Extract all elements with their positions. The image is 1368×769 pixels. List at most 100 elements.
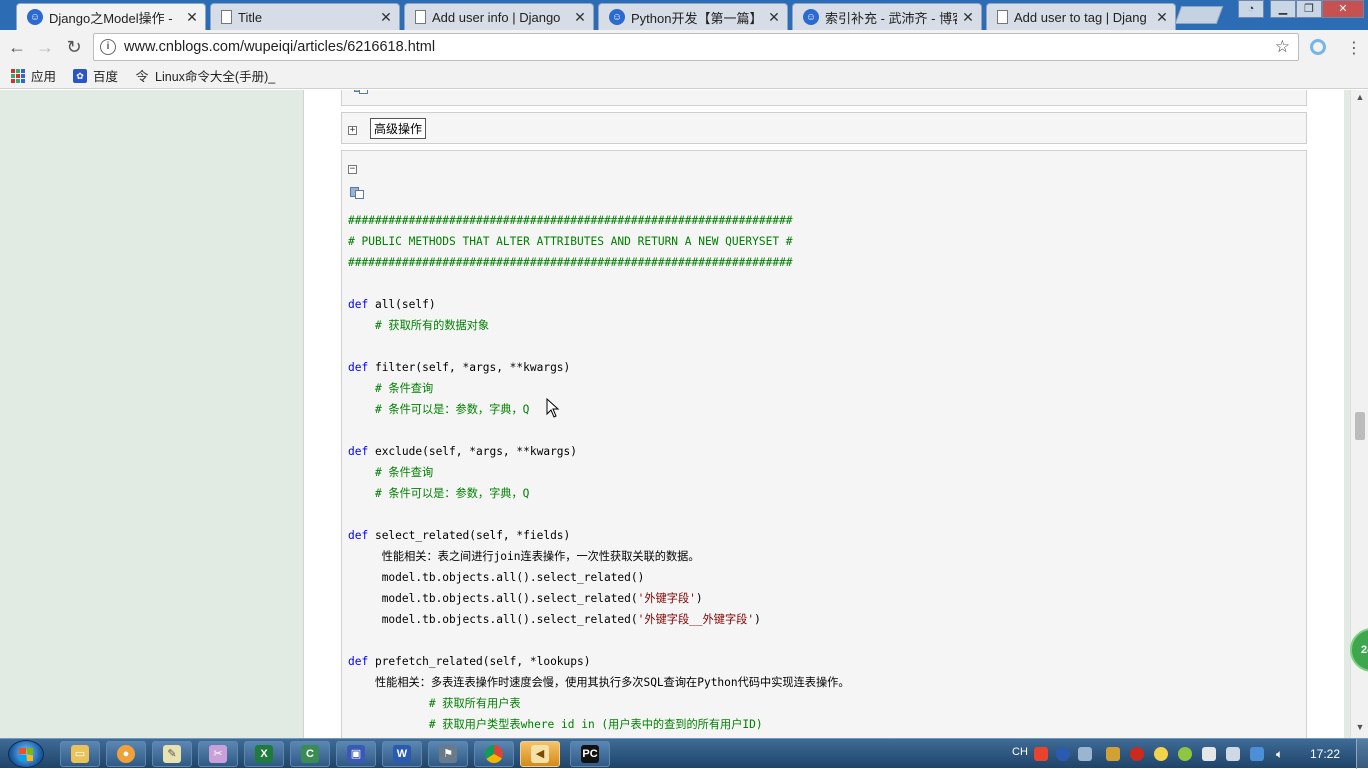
code-token: def xyxy=(348,655,369,668)
input-language[interactable]: CH xyxy=(1012,746,1028,758)
collapse-icon[interactable]: − xyxy=(348,165,357,174)
sogou-ime-icon[interactable] xyxy=(1034,747,1048,761)
expand-icon[interactable]: + xyxy=(348,126,357,135)
url-text[interactable]: www.cnblogs.com/wupeiqi/articles/6216618… xyxy=(124,39,1275,55)
minimize-button[interactable]: ▁ xyxy=(1270,0,1296,18)
code-token: ########################################… xyxy=(348,256,793,269)
advanced-operations-label[interactable]: 高级操作 xyxy=(370,118,427,139)
scroll-up-icon[interactable]: ▲ xyxy=(1351,92,1368,106)
taskbar-chrome[interactable] xyxy=(474,741,514,767)
cnblogs-icon: ☺ xyxy=(609,9,625,25)
taskbar-save[interactable]: ▣ xyxy=(336,741,376,767)
taskbar-paint[interactable]: ● xyxy=(106,741,146,767)
code-line: # 条件可以是：参数，字典，Q xyxy=(348,399,850,420)
code-line: def exclude(self, *args, **kwargs) xyxy=(348,441,850,462)
taskbar-editor[interactable]: C xyxy=(290,741,330,767)
network-icon[interactable] xyxy=(1226,747,1240,761)
user-icon[interactable]: ◔ xyxy=(1238,0,1264,18)
linux-command-icon: 令 xyxy=(135,69,149,84)
bookmark-linux-commands[interactable]: 令 Linux命令大全(手册)_ xyxy=(134,66,276,85)
code-token: def xyxy=(348,298,369,311)
show-desktop-button[interactable] xyxy=(1356,739,1368,769)
taskbar-tool[interactable]: ✂ xyxy=(198,741,238,767)
code-token: # 条件可以是：参数，字典，Q xyxy=(374,403,530,416)
close-icon[interactable]: ✕ xyxy=(1155,9,1169,26)
code-line: # 获取所有的数据对象 xyxy=(348,315,850,336)
tray-update-icon[interactable] xyxy=(1154,747,1168,761)
reload-button[interactable]: ↻ xyxy=(63,36,85,58)
bookmark-star-icon[interactable]: ☆ xyxy=(1275,37,1290,57)
code-token: def xyxy=(348,445,369,458)
cnblogs-icon: ☺ xyxy=(803,9,819,25)
tab-strip: ☺ Django之Model操作 - ✕ Title ✕ Add user in… xyxy=(0,0,1368,30)
code-token: # 获取用户类型表where id in (用户表中的查到的所有用户ID) xyxy=(428,718,763,731)
bookmark-apps[interactable]: 应用 xyxy=(10,66,56,85)
code-token: all(self) xyxy=(368,298,436,311)
volume-icon[interactable]: 🔈︎ xyxy=(1276,747,1290,761)
page-icon xyxy=(221,10,232,24)
editor-icon: C xyxy=(301,745,319,763)
chrome-icon xyxy=(485,745,503,763)
close-icon[interactable]: ✕ xyxy=(185,9,199,26)
taskbar-excel[interactable]: X xyxy=(244,741,284,767)
code-token: 性能相关：多表连表操作时速度会慢，使用其执行多次SQL查询在Python代码中实… xyxy=(374,676,850,689)
info-icon[interactable]: i xyxy=(100,39,116,55)
code-line: # 获取用户类型表where id in (用户表中的查到的所有用户ID) xyxy=(348,714,850,735)
code-token: def xyxy=(348,529,369,542)
code-token: ) xyxy=(695,592,703,605)
code-line: # PUBLIC METHODS THAT ALTER ATTRIBUTES A… xyxy=(348,231,850,252)
code-line: 性能相关：多表连表操作时速度会慢，使用其执行多次SQL查询在Python代码中实… xyxy=(348,672,850,693)
mouse-cursor-icon xyxy=(546,398,560,418)
close-icon[interactable]: ✕ xyxy=(573,9,587,26)
forward-button[interactable]: → xyxy=(34,36,56,58)
address-bar[interactable]: i www.cnblogs.com/wupeiqi/articles/62166… xyxy=(93,33,1299,61)
code-token: model.tb.objects.all().select_related() xyxy=(381,571,645,584)
close-icon[interactable]: ✕ xyxy=(961,9,975,26)
new-tab-button[interactable] xyxy=(1174,6,1224,24)
tab-python-dev[interactable]: ☺ Python开发【第一篇】 ✕ xyxy=(598,3,788,30)
tab-add-user-to-tag[interactable]: Add user to tag | Djang ✕ xyxy=(986,3,1176,30)
scroll-down-icon[interactable]: ▼ xyxy=(1351,722,1368,736)
speaker-app-icon: ◀ xyxy=(531,745,549,763)
code-token: 性能相关：表之间进行join连表操作，一次性获取关联的数据。 xyxy=(381,550,700,563)
tab-django-model[interactable]: ☺ Django之Model操作 - ✕ xyxy=(16,3,206,30)
tab-index-supplement[interactable]: ☺ 索引补充 - 武沛齐 - 博客 ✕ xyxy=(792,3,982,30)
extension-icon[interactable] xyxy=(1310,39,1326,55)
taskbar-notepad[interactable]: ✎ xyxy=(152,741,192,767)
close-icon[interactable]: ✕ xyxy=(767,9,781,26)
close-icon[interactable]: ✕ xyxy=(379,9,393,26)
browser-toolbar: ← → ↻ i www.cnblogs.com/wupeiqi/articles… xyxy=(0,30,1368,63)
tray-monitor-icon[interactable] xyxy=(1250,747,1264,761)
taskbar-explorer[interactable]: ▭ xyxy=(60,741,100,767)
taskbar-tool2[interactable]: ⚑ xyxy=(428,741,468,767)
code-token: filter(self, *args, **kwargs) xyxy=(368,361,571,374)
taskbar-pycharm[interactable]: PC xyxy=(570,741,610,767)
restore-button[interactable]: ❐ xyxy=(1296,0,1322,18)
taskbar-word[interactable]: W xyxy=(382,741,422,767)
tray-device-icon[interactable] xyxy=(1202,747,1216,761)
tray-app-icon[interactable] xyxy=(1106,747,1120,761)
back-button[interactable]: ← xyxy=(6,36,28,58)
tab-label: 索引补充 - 武沛齐 - 博客 xyxy=(825,10,957,26)
tab-add-user-info[interactable]: Add user info | Django ✕ xyxy=(404,3,594,30)
close-window-button[interactable]: ✕ xyxy=(1322,0,1364,18)
taskbar-volume-app[interactable]: ◀ xyxy=(520,741,560,767)
bookmarks-bar: 应用 ✿ 百度 令 Linux命令大全(手册)_ xyxy=(0,63,1368,89)
scroll-thumb[interactable] xyxy=(1355,412,1365,440)
record-icon[interactable] xyxy=(1130,747,1144,761)
tray-settings-icon[interactable] xyxy=(1078,747,1092,761)
menu-icon[interactable]: ⋮ xyxy=(1346,38,1362,58)
help-icon[interactable] xyxy=(1056,747,1070,761)
copy-code-icon[interactable] xyxy=(350,187,364,199)
tab-label: Python开发【第一篇】 xyxy=(631,10,763,26)
clock[interactable]: 17:22 xyxy=(1310,747,1340,761)
start-button[interactable] xyxy=(8,740,44,768)
tray-plus-icon[interactable] xyxy=(1178,747,1192,761)
tab-title[interactable]: Title ✕ xyxy=(210,3,400,30)
bookmark-label: 应用 xyxy=(31,70,57,84)
copy-code-icon[interactable] xyxy=(354,90,368,94)
bookmark-baidu[interactable]: ✿ 百度 xyxy=(72,66,118,85)
